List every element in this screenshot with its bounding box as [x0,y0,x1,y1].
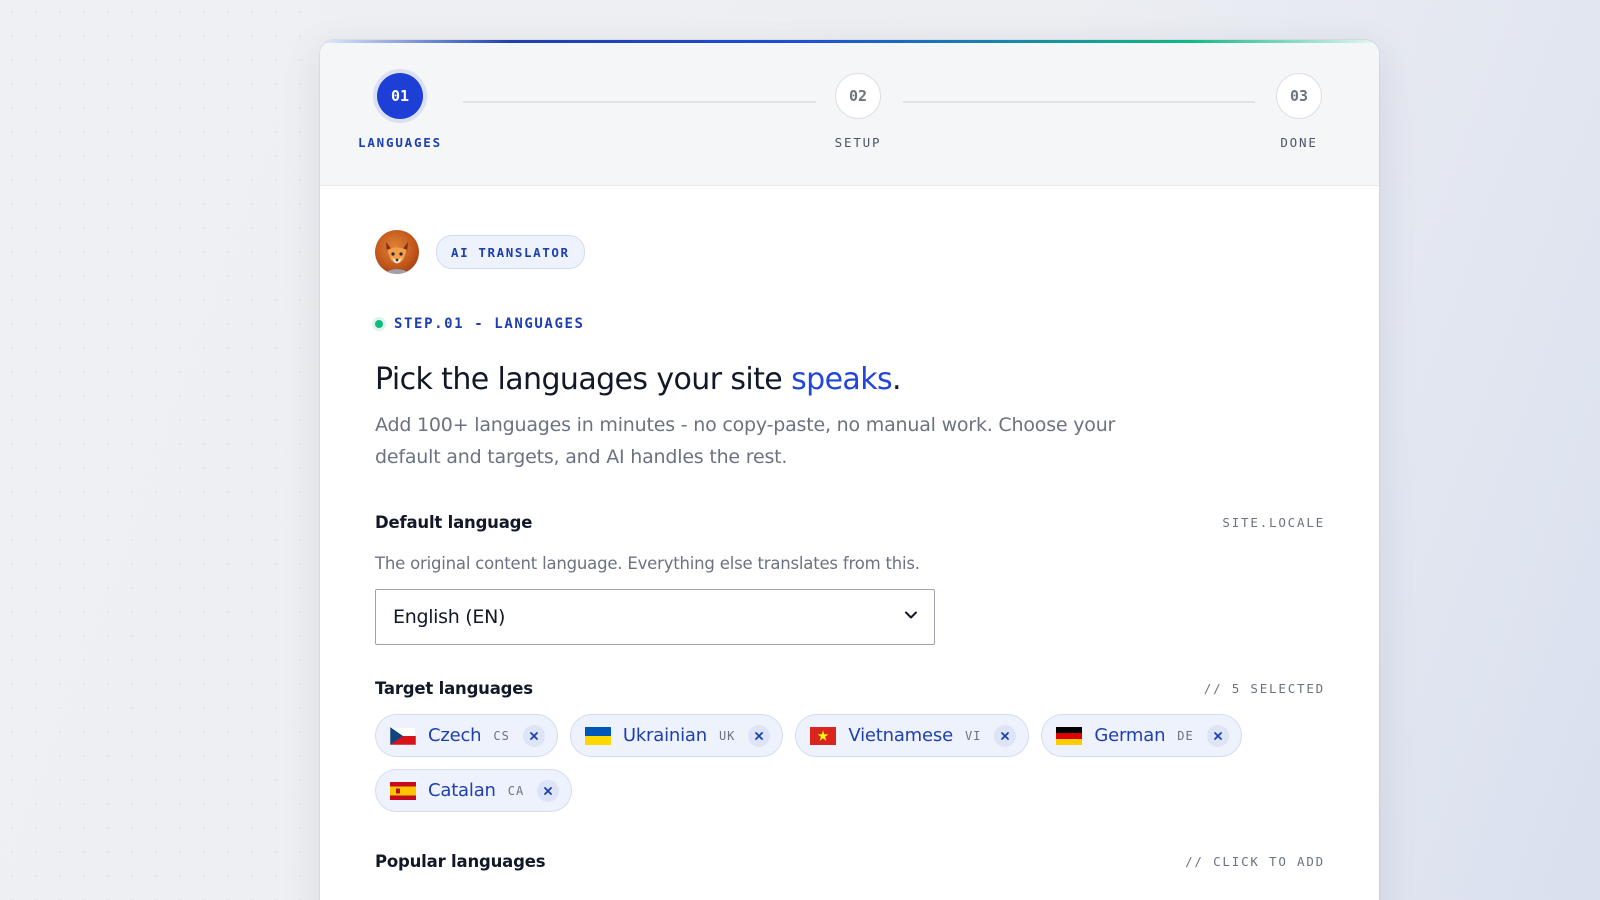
ukrainian-flag-icon [584,726,611,745]
title-accent: speaks [791,362,893,397]
remove-czech-button[interactable] [522,724,545,747]
close-icon [544,786,553,795]
default-language-title: Default language [375,513,533,532]
step-setup[interactable]: 02 SETUP [798,73,918,150]
step-indicator-label: STEP.01 - LANGUAGES [394,316,585,332]
czech-flag-icon [390,726,416,745]
close-icon [1001,731,1010,740]
main-content: AI TRANSLATOR STEP.01 - LANGUAGES Pick t… [375,230,1325,871]
language-chip-czech[interactable]: Czech CS [375,714,558,757]
target-language-chips: Czech CS Ukrainian UK Vietnamese VI Germ… [375,714,1325,812]
default-language-helper: The original content language. Everythin… [375,554,920,573]
fox-avatar-icon [375,230,419,274]
step-connector [903,101,1255,103]
title-prefix: Pick the languages your site [375,362,792,397]
stepper: 01 LANGUAGES 02 SETUP 03 DONE [320,43,1379,186]
selected-language: English (EN) [393,606,506,628]
status-dot-icon [375,320,383,328]
step-indicator: STEP.01 - LANGUAGES [375,316,1325,332]
wizard-card: 01 LANGUAGES 02 SETUP 03 DONE AI TRANSLA… [320,40,1379,900]
chip-language-code: DE [1177,728,1194,743]
selected-count: // 5 SELECTED [1203,681,1325,696]
chip-language-code: CA [507,783,525,798]
language-chip-german[interactable]: German DE [1041,714,1242,757]
page-title: Pick the languages your site speaks. [375,362,1325,397]
remove-catalan-button[interactable] [537,779,560,802]
target-languages-header: Target languages // 5 SELECTED [375,679,1325,698]
german-flag-icon [1056,726,1083,745]
chip-language-name: Catalan [428,780,496,801]
popular-languages-title: Popular languages [375,852,546,871]
step-languages[interactable]: 01 LANGUAGES [340,73,460,150]
click-to-add-hint: // CLICK TO ADD [1185,854,1325,869]
step-number: 01 [377,73,423,119]
chip-language-code: CS [493,728,510,743]
step-connector [463,101,816,103]
vietnamese-flag-icon [810,726,837,745]
default-language-header: Default language SITE.LOCALE [375,513,1325,532]
remove-german-button[interactable] [1206,724,1229,747]
chip-language-code: UK [718,728,736,743]
close-icon [755,731,764,740]
close-icon [1213,731,1222,740]
target-languages-title: Target languages [375,679,533,698]
step-number: 02 [835,73,881,119]
step-number: 03 [1276,73,1322,119]
step-label: LANGUAGES [358,135,442,150]
page-subtitle: Add 100+ languages in minutes - no copy-… [375,414,1116,468]
step-label: DONE [1280,135,1318,150]
ai-translator-badge: AI TRANSLATOR [436,235,585,269]
close-icon [529,731,538,740]
chip-language-code: VI [964,728,982,743]
language-chip-ukrainian[interactable]: Ukrainian UK [569,714,784,757]
language-chip-vietnamese[interactable]: Vietnamese VI [795,714,1030,757]
remove-vietnamese-button[interactable] [994,724,1017,747]
popular-languages-header: Popular languages // CLICK TO ADD [375,852,1325,871]
chip-language-name: Czech [428,725,482,746]
remove-ukrainian-button[interactable] [748,724,771,747]
chip-language-name: German [1094,725,1166,746]
catalan-flag-icon [390,781,416,800]
chevron-down-icon [902,606,920,629]
site-locale-label: SITE.LOCALE [1222,515,1325,530]
chip-language-name: Ukrainian [622,725,707,746]
step-done[interactable]: 03 DONE [1239,73,1359,150]
background-dot-pattern [0,0,320,900]
language-chip-catalan[interactable]: Catalan CA [375,769,573,812]
chip-language-name: Vietnamese [848,725,953,746]
step-label: SETUP [834,135,882,150]
brand-row: AI TRANSLATOR [375,230,1325,274]
title-suffix: . [892,362,902,397]
default-language-select[interactable]: English (EN) [375,589,935,645]
